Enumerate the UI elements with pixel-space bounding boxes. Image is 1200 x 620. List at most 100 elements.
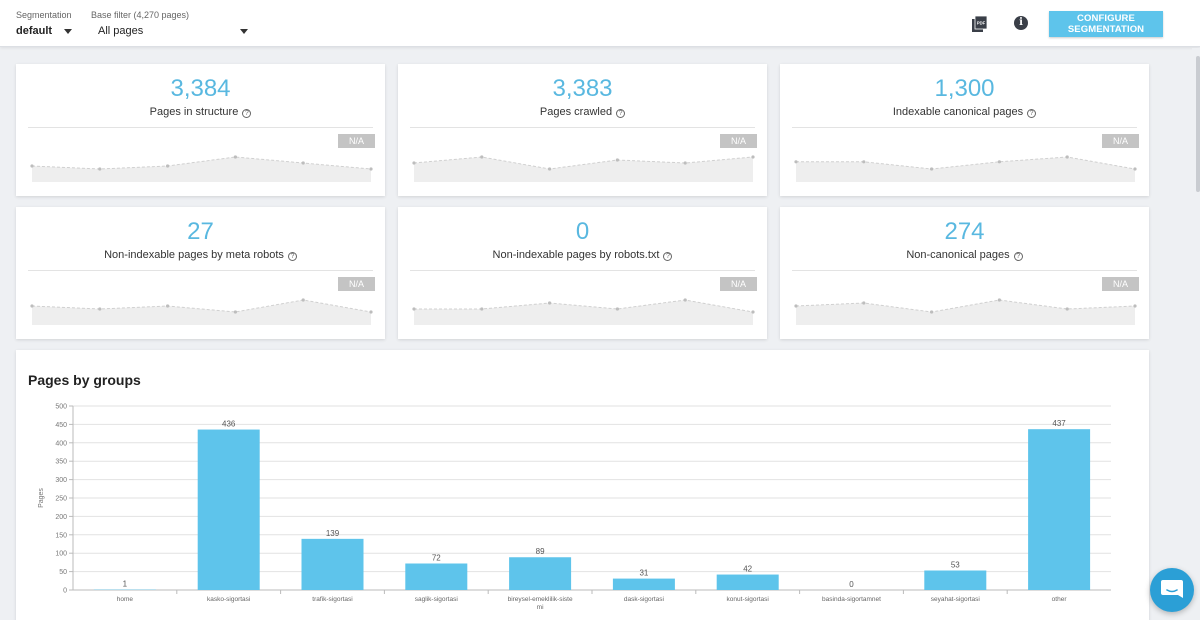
na-badge: N/A [720,277,757,291]
kpi-title-text: Pages in structure [149,106,239,118]
sparkline-point [369,310,373,314]
divider [28,127,373,128]
x-tick-label: home [117,596,134,603]
sparkline [412,298,755,325]
sparkline-point [412,307,416,311]
sparkline-point [301,298,305,302]
chat-launcher-button[interactable] [1150,568,1194,612]
x-tick-label: trafik-sigortasi [312,596,352,603]
kpi-value: 3,383 [552,75,613,102]
y-tick-label: 350 [55,459,67,466]
x-tick-label: konut-sigortasi [727,596,769,603]
sparkline [30,155,373,182]
help-icon[interactable]: ? [1027,109,1037,118]
y-tick-label: 0 [63,588,67,595]
sparkline-point [751,310,755,314]
sparkline-area [414,300,753,325]
x-tick-label: bireysel-emeklilik-siste [508,596,573,603]
sparkline-area [414,157,753,182]
kpi-title: Pages crawled? [398,106,767,118]
x-tick-label: seyahat-sigortasi [931,596,980,603]
x-tick-label: basinda-sigortamnet [822,596,881,603]
bar-value-label: 139 [326,529,340,538]
base-filter-value: All pages [98,25,144,37]
sparkline-point [166,164,170,168]
chevron-down-icon [64,28,73,34]
na-badge: N/A [720,134,757,148]
y-tick-label: 300 [55,477,67,484]
sparkline-point [98,307,102,311]
sparkline-point [751,155,755,159]
svg-text:PDF: PDF [977,21,986,26]
configure-segmentation-button[interactable]: CONFIGURE SEGMENTATION [1049,11,1163,37]
scrollbar-thumb[interactable] [1196,56,1200,192]
pages-by-groups-chart: 0 50 100 150 200 250 300 350 400 450 500 Pages 1 home… [38,404,1111,611]
sparkline-point [369,167,373,171]
bar [924,570,987,590]
na-badge: N/A [1102,134,1139,148]
pdf-icon[interactable]: PDF [972,16,987,32]
bar [405,563,468,590]
chevron-down-icon [240,28,248,34]
y-tick-label: 500 [55,404,67,411]
sparkline-point [480,307,484,311]
sparkline-point [1133,167,1137,171]
sparkline-point [862,160,866,164]
sparkline-point [301,161,305,165]
divider [410,127,755,128]
sparkline-point [30,164,34,168]
kpi-title-text: Pages crawled [539,106,613,118]
sparkline-point [794,160,798,164]
bar-value-label: 72 [432,554,441,563]
kpi-title-text: Indexable canonical pages [892,106,1024,118]
bar [197,429,260,590]
kpi-title-text: Non-canonical pages [906,249,1010,261]
divider [410,270,755,271]
help-icon[interactable]: ? [1013,252,1023,261]
sparkline-point [548,167,552,171]
na-badge: N/A [338,277,375,291]
kpi-value: 3,384 [170,75,231,102]
kpi-title-text: Non-indexable pages by meta robots [104,249,284,261]
sparkline-point [1065,307,1069,311]
sparkline [794,155,1137,182]
help-icon[interactable]: ? [287,252,297,261]
sparkline-point [930,310,934,314]
sparkline-point [997,160,1001,164]
bar [509,557,572,590]
sparkline-point [683,161,687,165]
y-tick-label: 150 [55,532,67,539]
segmentation-value: default [16,25,53,37]
sparkline-area [32,300,371,325]
pages-by-groups-card: Pages by groups 0 50 100 150 200 250 300 350 400… [16,350,1149,620]
kpi-title: Pages in structure? [16,106,385,118]
help-icon[interactable]: ? [663,252,673,261]
sparkline-point [480,155,484,159]
sparkline-point [233,155,237,159]
kpi-title: Non-indexable pages by robots.txt? [398,249,767,261]
segmentation-select[interactable]: Segmentation default [16,10,73,37]
sparkline [30,298,373,325]
sparkline-point [166,304,170,308]
kpi-card: 1,300 Indexable canonical pages? N/A [780,64,1149,196]
bar [301,538,364,590]
info-icon[interactable]: i [1014,16,1028,30]
kpi-card: 0 Non-indexable pages by robots.txt? N/A [398,207,767,339]
base-filter-select[interactable]: Base filter (4,270 pages) All pages [91,10,248,37]
sparkline-point [615,158,619,162]
bar-value-label: 89 [536,547,545,556]
kpi-card: 27 Non-indexable pages by meta robots? N/A [16,207,385,339]
help-icon[interactable]: ? [242,109,252,118]
kpi-title-text: Non-indexable pages by robots.txt [492,249,660,261]
bar-value-label: 1 [123,580,128,589]
segmentation-label: Segmentation [16,10,72,20]
chat-icon [1161,580,1183,598]
y-tick-label: 450 [55,422,67,429]
y-tick-label: 200 [55,514,67,521]
kpi-title: Non-canonical pages? [780,249,1149,261]
na-badge: N/A [1102,277,1139,291]
y-tick-label: 100 [55,551,67,558]
sparkline-point [1133,304,1137,308]
x-tick-label: dask-sigortasi [624,596,664,603]
help-icon[interactable]: ? [616,109,626,118]
